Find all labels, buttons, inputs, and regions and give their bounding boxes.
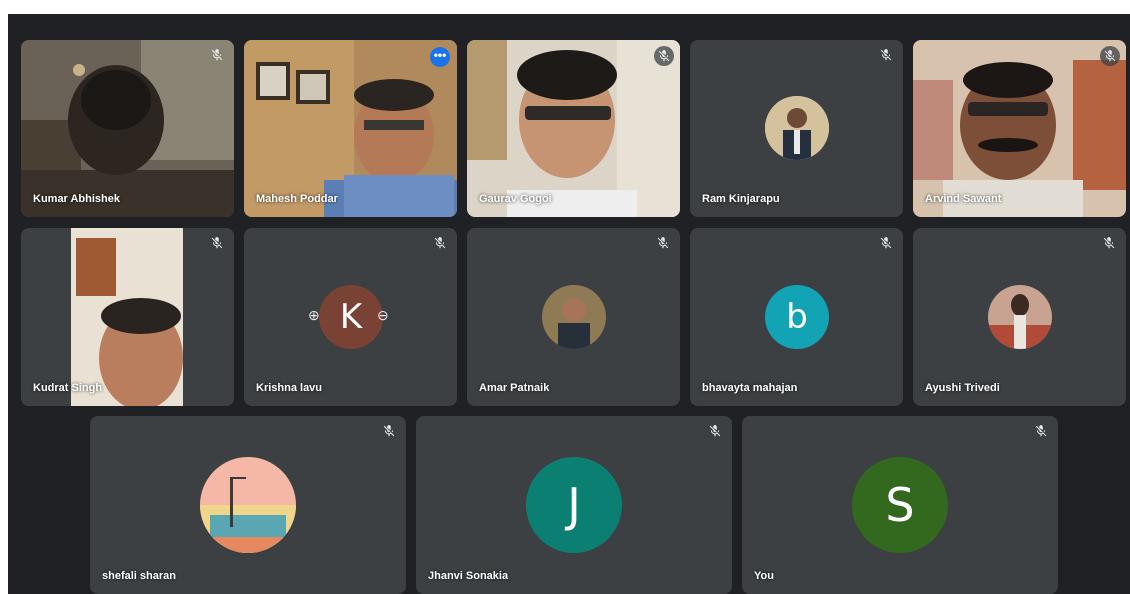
participant-tile-you[interactable]: S You (742, 416, 1058, 594)
participant-name: Jhanvi Sonakia (428, 570, 509, 582)
participant-name: Amar Patnaik (479, 382, 550, 394)
mic-off-icon (433, 236, 447, 250)
participant-tile-kumar-abhishek[interactable]: Kumar Abhishek (21, 40, 234, 217)
mic-off-icon (879, 236, 893, 250)
avatar-photo (988, 285, 1052, 349)
more-options-icon[interactable]: ••• (430, 47, 450, 67)
avatar-photo (200, 457, 296, 553)
participant-name: Ayushi Trivedi (925, 382, 1000, 394)
participant-tile-arvind-sawant[interactable]: Arvind Sawant (913, 40, 1126, 217)
participant-tile-ram-kinjarapu[interactable]: Ram Kinjarapu (690, 40, 903, 217)
participant-name: shefali sharan (102, 570, 176, 582)
avatar (988, 285, 1052, 349)
participant-video (467, 40, 680, 217)
mic-off-icon (382, 424, 396, 438)
participant-tile-ayushi-trivedi[interactable]: Ayushi Trivedi (913, 228, 1126, 406)
participant-tile-bhavayta-mahajan[interactable]: b bhavayta mahajan (690, 228, 903, 406)
participant-name: Krishna lavu (256, 382, 323, 394)
participant-video (21, 228, 234, 406)
mic-off-icon (879, 48, 893, 62)
participant-name: You (754, 570, 774, 582)
participant-tile-mahesh-poddar[interactable]: ••• Mahesh Poddar (244, 40, 457, 217)
avatar: b (765, 285, 829, 349)
mic-off-icon (1102, 236, 1116, 250)
participant-name: Mahesh Poddar (256, 193, 338, 205)
participant-video (21, 40, 234, 217)
mic-off-icon (1034, 424, 1048, 438)
mic-off-icon (210, 48, 224, 62)
mic-off-icon (656, 236, 670, 250)
mic-off-icon (654, 46, 674, 66)
participant-tile-shefali-sharan[interactable]: shefali sharan (90, 416, 406, 594)
participant-tile-krishna-lavu[interactable]: K ⊕ ⊖ Krishna lavu (244, 228, 457, 406)
avatar-photo (542, 285, 606, 349)
mic-off-icon (1100, 46, 1120, 66)
participant-name: bhavayta mahajan (702, 382, 798, 394)
avatar: K (319, 285, 383, 349)
participant-name: Gaurav Gogoi (479, 193, 552, 205)
participant-name: Ram Kinjarapu (702, 193, 780, 205)
avatar: S (852, 457, 948, 553)
participant-video (244, 40, 457, 217)
participant-tile-amar-patnaik[interactable]: Amar Patnaik (467, 228, 680, 406)
pin-icon[interactable]: ⊕ (308, 307, 320, 324)
mic-off-icon (708, 424, 722, 438)
participant-tile-jhanvi-sonakia[interactable]: J Jhanvi Sonakia (416, 416, 732, 594)
avatar (765, 96, 829, 160)
participant-name: Arvind Sawant (925, 193, 1002, 205)
remove-icon[interactable]: ⊖ (377, 307, 389, 324)
meeting-grid: Kumar Abhishek ••• Mahesh Poddar Gaurav … (8, 14, 1130, 594)
participant-video (913, 40, 1126, 217)
participant-name: Kumar Abhishek (33, 193, 121, 205)
avatar (200, 457, 296, 553)
mic-off-icon (210, 236, 224, 250)
avatar-photo (765, 96, 829, 160)
participant-tile-kudrat-singh[interactable]: Kudrat Singh (21, 228, 234, 406)
participant-name: Kudrat Singh (33, 382, 103, 394)
avatar: J (526, 457, 622, 553)
avatar (542, 285, 606, 349)
participant-tile-gaurav-gogoi[interactable]: Gaurav Gogoi (467, 40, 680, 217)
